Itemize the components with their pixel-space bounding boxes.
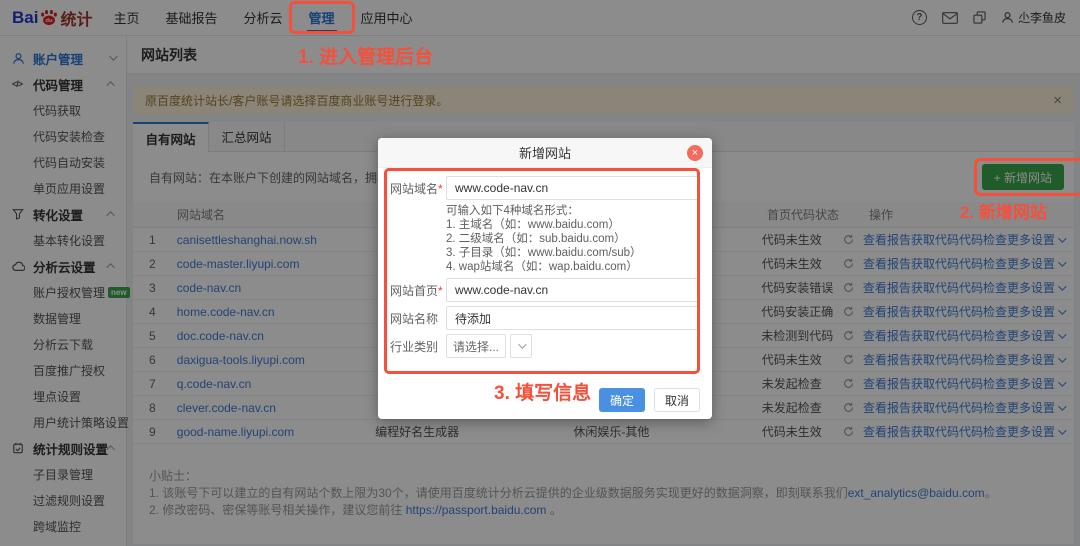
add-website-modal: 新增网站 × 网站域名* 可输入如下4种域名形式： 1. 主域名（如：www.ba… xyxy=(378,138,712,419)
domain-help-text: 可输入如下4种域名形式： 1. 主域名（如：www.baidu.com） 2. 二级… xyxy=(446,204,700,274)
modal-header: 新增网站 × xyxy=(378,138,712,168)
website-homepage-input[interactable] xyxy=(446,278,700,302)
field-row-industry: 行业类别 请选择... xyxy=(390,334,700,358)
cancel-button[interactable]: 取消 xyxy=(654,388,700,412)
help-line: 1. 主域名（如：www.baidu.com） xyxy=(446,219,620,231)
modal-title: 新增网站 xyxy=(518,146,571,161)
industry-select-value[interactable]: 请选择... xyxy=(446,334,506,358)
field-label: 网站名称 xyxy=(390,311,439,326)
field-label: 网站域名* xyxy=(390,181,443,196)
help-line: 4. wap站域名（如：wap.baidu.com） xyxy=(446,261,638,273)
help-line: 3. 子目录（如：www.baidu.com/sub） xyxy=(446,247,642,259)
modal-footer: 确定 取消 xyxy=(378,362,712,424)
help-line: 可输入如下4种域名形式： xyxy=(446,205,579,217)
field-row-homepage: 网站首页* xyxy=(390,278,700,302)
confirm-button[interactable]: 确定 xyxy=(599,388,645,412)
modal-body: 网站域名* 可输入如下4种域名形式： 1. 主域名（如：www.baidu.com… xyxy=(378,168,712,358)
field-row-domain: 网站域名* xyxy=(390,176,700,200)
chevron-down-icon[interactable] xyxy=(510,334,532,358)
field-row-sitename: 网站名称 xyxy=(390,306,700,330)
field-label: 行业类别 xyxy=(390,339,439,354)
help-line: 2. 二级域名（如：sub.baidu.com） xyxy=(446,233,626,245)
industry-select[interactable]: 请选择... xyxy=(446,334,532,358)
website-domain-input[interactable] xyxy=(446,176,700,200)
field-label: 网站首页* xyxy=(390,283,443,298)
modal-close-icon[interactable]: × xyxy=(687,145,703,161)
website-name-input[interactable] xyxy=(446,306,700,330)
